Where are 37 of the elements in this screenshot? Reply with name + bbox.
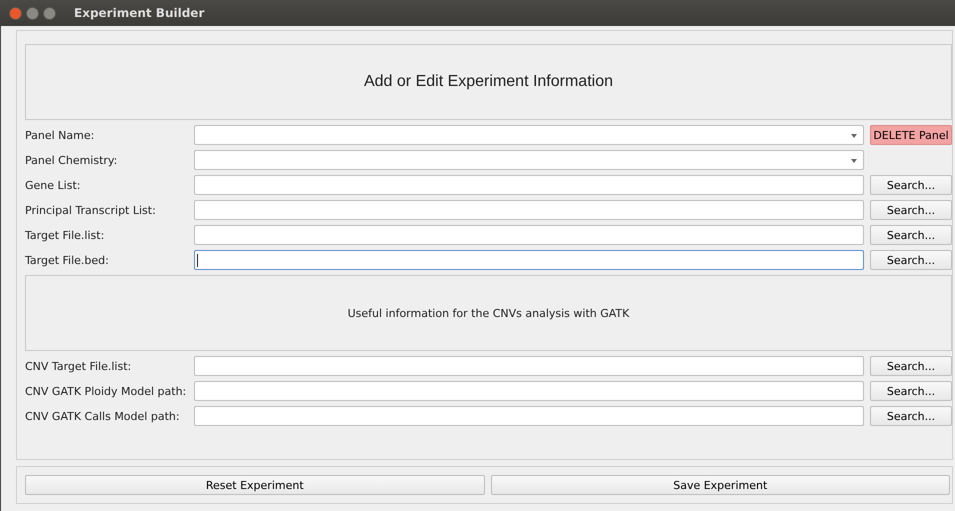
field-label: CNV Target File.list:	[25, 360, 132, 372]
window-title: Experiment Builder	[74, 6, 204, 20]
search-button[interactable]: Search...	[870, 356, 952, 376]
caret-icon	[851, 134, 857, 138]
minimize-icon[interactable]	[26, 6, 39, 20]
input-field[interactable]	[194, 381, 864, 401]
search-button[interactable]: Search...	[870, 225, 952, 245]
field-label: Panel Chemistry:	[25, 154, 118, 166]
dropdown[interactable]	[194, 125, 864, 145]
text-cursor	[197, 254, 198, 266]
field-label: Principal Transcript List:	[25, 204, 157, 216]
search-button[interactable]: Search...	[870, 175, 952, 195]
search-button[interactable]: Search...	[870, 250, 952, 270]
input-field[interactable]	[194, 406, 864, 426]
input-field[interactable]	[194, 175, 864, 195]
field-label: CNV GATK Calls Model path:	[25, 410, 181, 422]
input-field[interactable]	[194, 200, 864, 220]
info-text: Useful information for the CNVs analysis with GATK	[348, 306, 630, 320]
search-button[interactable]: Search...	[870, 381, 952, 401]
field-label: Gene List:	[25, 178, 82, 192]
search-button[interactable]: Search...	[870, 406, 952, 426]
maximize-icon[interactable]	[43, 6, 56, 20]
delete-button[interactable]: DELETE Panel	[870, 125, 952, 145]
footer-button[interactable]: Save Experiment	[490, 475, 950, 495]
form-heading: Add or Edit Experiment Information	[364, 73, 613, 91]
input-field[interactable]	[194, 356, 864, 376]
field-label: Target File.list:	[25, 228, 106, 242]
footer-button[interactable]: Reset Experiment	[25, 475, 484, 495]
input-field[interactable]	[194, 225, 864, 245]
search-button[interactable]: Search...	[870, 200, 952, 220]
field-label: CNV GATK Ploidy Model path:	[25, 384, 188, 398]
close-icon[interactable]	[9, 6, 22, 20]
input-field[interactable]	[194, 250, 864, 270]
field-label: Panel Name:	[25, 128, 96, 142]
dropdown[interactable]	[194, 150, 864, 170]
field-label: Target File.bed:	[25, 254, 110, 266]
caret-icon	[851, 159, 857, 163]
